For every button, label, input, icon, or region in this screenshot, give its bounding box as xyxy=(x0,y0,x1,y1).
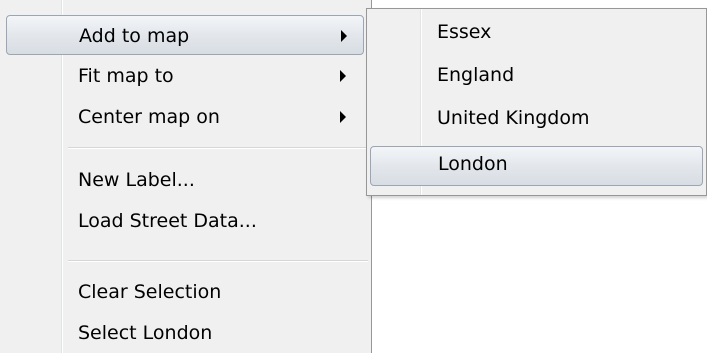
menu-item-label: Select London xyxy=(78,322,213,344)
submenu-item-essex[interactable]: Essex xyxy=(370,12,703,52)
screen: Add to map Fit map to Center map on New … xyxy=(0,0,707,353)
menu-item-new-label[interactable]: New Label... xyxy=(6,160,364,200)
submenu-item-label: Essex xyxy=(437,21,492,43)
menu-item-clear-selection[interactable]: Clear Selection xyxy=(6,272,364,312)
menu-separator xyxy=(68,147,368,149)
submenu-arrow-icon xyxy=(341,30,347,42)
menu-item-fit-map-to[interactable]: Fit map to xyxy=(6,56,364,96)
menu-item-label: Center map on xyxy=(78,106,220,128)
submenu-item-label: London xyxy=(438,153,508,175)
menu-item-add-to-map[interactable]: Add to map xyxy=(6,15,364,55)
menu-item-label: Load Street Data... xyxy=(78,210,257,232)
menu-item-load-street-data[interactable]: Load Street Data... xyxy=(6,201,364,241)
submenu-item-united-kingdom[interactable]: United Kingdom xyxy=(370,98,703,138)
submenu-item-label: England xyxy=(437,64,515,86)
menu-item-center-map-on[interactable]: Center map on xyxy=(6,97,364,137)
submenu-item-england[interactable]: England xyxy=(370,55,703,95)
menu-item-label: New Label... xyxy=(78,169,195,191)
submenu-item-label: United Kingdom xyxy=(437,107,590,129)
menu-item-label: Clear Selection xyxy=(78,281,222,303)
menu-item-label: Add to map xyxy=(79,25,190,47)
context-menu: Add to map Fit map to Center map on New … xyxy=(0,0,372,353)
menu-item-select-london[interactable]: Select London xyxy=(6,313,364,353)
submenu-arrow-icon xyxy=(340,70,346,82)
submenu-item-london[interactable]: London xyxy=(370,146,703,186)
menu-separator xyxy=(68,260,368,262)
menu-item-label: Fit map to xyxy=(78,65,174,87)
submenu-arrow-icon xyxy=(340,111,346,123)
add-to-map-submenu: Essex England United Kingdom London xyxy=(366,8,707,196)
